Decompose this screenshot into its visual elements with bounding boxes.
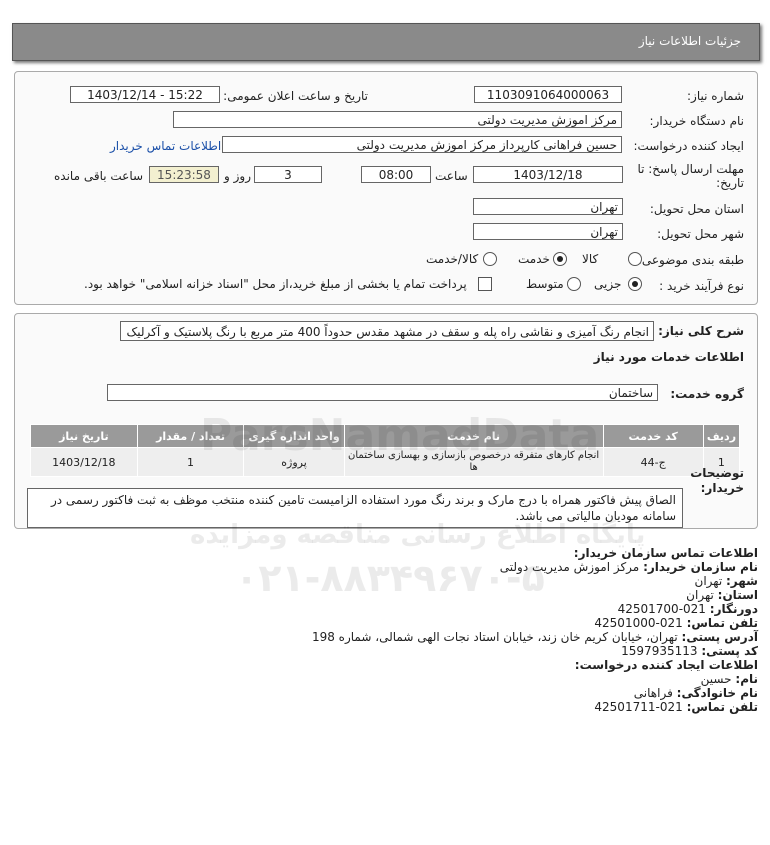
service-group-field[interactable]: ساختمان [107,384,658,401]
org-address-line: آدرس پستی: تهران، خیابان کریم خان زند، خ… [311,630,758,644]
watermark-line1: پایگاه اطلاع رسانی مناقصه ومزایده [190,520,646,550]
process-option-partial: جزیی [594,277,622,291]
need-number-label: شماره نیاز: [687,89,744,103]
org-province-line: استان: تهران [686,588,758,602]
city-label: شهر محل تحویل: [657,227,744,241]
deadline-label-1: مهلت ارسال پاسخ: تا [637,162,744,176]
announce-datetime-field[interactable]: 1403/12/14 - 15:22 [70,86,220,103]
description-label: شرح کلی نیاز: [658,324,744,338]
org-city-line: شهر: تهران [694,574,758,588]
province-field[interactable]: تهران [473,198,623,215]
buyer-notes-label-2: خریدار: [700,481,744,495]
need-info-panel [14,71,758,305]
city-field[interactable]: تهران [473,223,623,240]
category-radio-goods-service[interactable] [483,252,497,266]
category-option-goods: کالا [582,252,599,266]
org-phone-line: تلفن تماس: 021-42501000 [594,616,758,630]
col-row: ردیف [702,424,741,448]
remaining-label: ساعت باقی مانده [54,169,144,183]
creator-phone-line: تلفن تماس: 021-42501711 [594,700,758,714]
days-label: روز و [224,169,251,183]
payment-text: پرداخت تمام یا بخشی از مبلغ خرید،از محل … [84,277,467,291]
creator-label: ایجاد کننده درخواست: [633,139,744,153]
category-radio-service[interactable] [553,252,567,266]
creator-field[interactable]: حسین فراهانی کارپرداز مرکز اموزش مدیریت … [222,136,622,153]
need-number-field[interactable]: 1103091064000063 [474,86,622,103]
col-need-date: تاریخ نیاز [30,424,138,448]
watermark-brand: ParsNamadData [200,410,600,461]
cell-service-code: ج-44 [602,447,704,477]
org-postal-line: کد پستی: 1597935113 [621,644,758,658]
watermark-phone: ۰۲۱-۸۸۳۴۹۶۷۰-۵ [235,556,545,600]
category-radio-goods[interactable] [628,252,642,266]
deadline-date-field[interactable]: 1403/12/18 [473,166,623,183]
org-fax-line: دورنگار: 021-42501700 [617,602,758,616]
page-header: جزئیات اطلاعات نیاز [12,23,760,61]
creator-first-name-line: نام: حسین [700,672,758,686]
remaining-time-field: 15:23:58 [149,166,219,183]
days-field[interactable]: 3 [254,166,322,183]
deadline-time-field[interactable]: 08:00 [361,166,431,183]
services-heading: اطلاعات خدمات مورد نیاز [593,350,744,364]
process-radio-medium[interactable] [567,277,581,291]
col-service-code: کد خدمت [602,424,704,448]
deadline-time-label: ساعت [435,169,468,183]
buyer-contact-link[interactable]: اطلاعات تماس خریدار [110,139,221,153]
category-option-goods-service: کالا/خدمت [426,252,479,266]
announce-label: تاریخ و ساعت اعلان عمومی: [223,89,368,103]
payment-checkbox[interactable] [478,277,492,291]
deadline-label-2: تاریخ: [716,176,744,190]
page-title: جزئیات اطلاعات نیاز [638,34,741,48]
service-group-label: گروه خدمت: [670,387,744,401]
description-field[interactable]: انجام رنگ آمیزی و نقاشی راه پله و سقف در… [120,321,654,341]
buyer-org-field[interactable]: مرکز اموزش مدیریت دولتی [173,111,622,128]
category-label: طبقه بندی موضوعی: [637,253,744,267]
process-option-medium: متوسط [526,277,564,291]
process-label: نوع فرآیند خرید : [659,279,744,293]
cell-need-date: 1403/12/18 [30,447,138,477]
buyer-notes-label-1: توضیحات [690,466,744,480]
process-radio-partial[interactable] [628,277,642,291]
buyer-org-label: نام دستگاه خریدار: [649,114,745,128]
province-label: استان محل تحویل: [649,202,744,216]
category-option-service: خدمت [518,252,550,266]
creator-contact-heading: اطلاعات ایجاد کننده درخواست: [574,658,758,672]
creator-last-name-line: نام خانوادگی: فراهانی [633,686,758,700]
